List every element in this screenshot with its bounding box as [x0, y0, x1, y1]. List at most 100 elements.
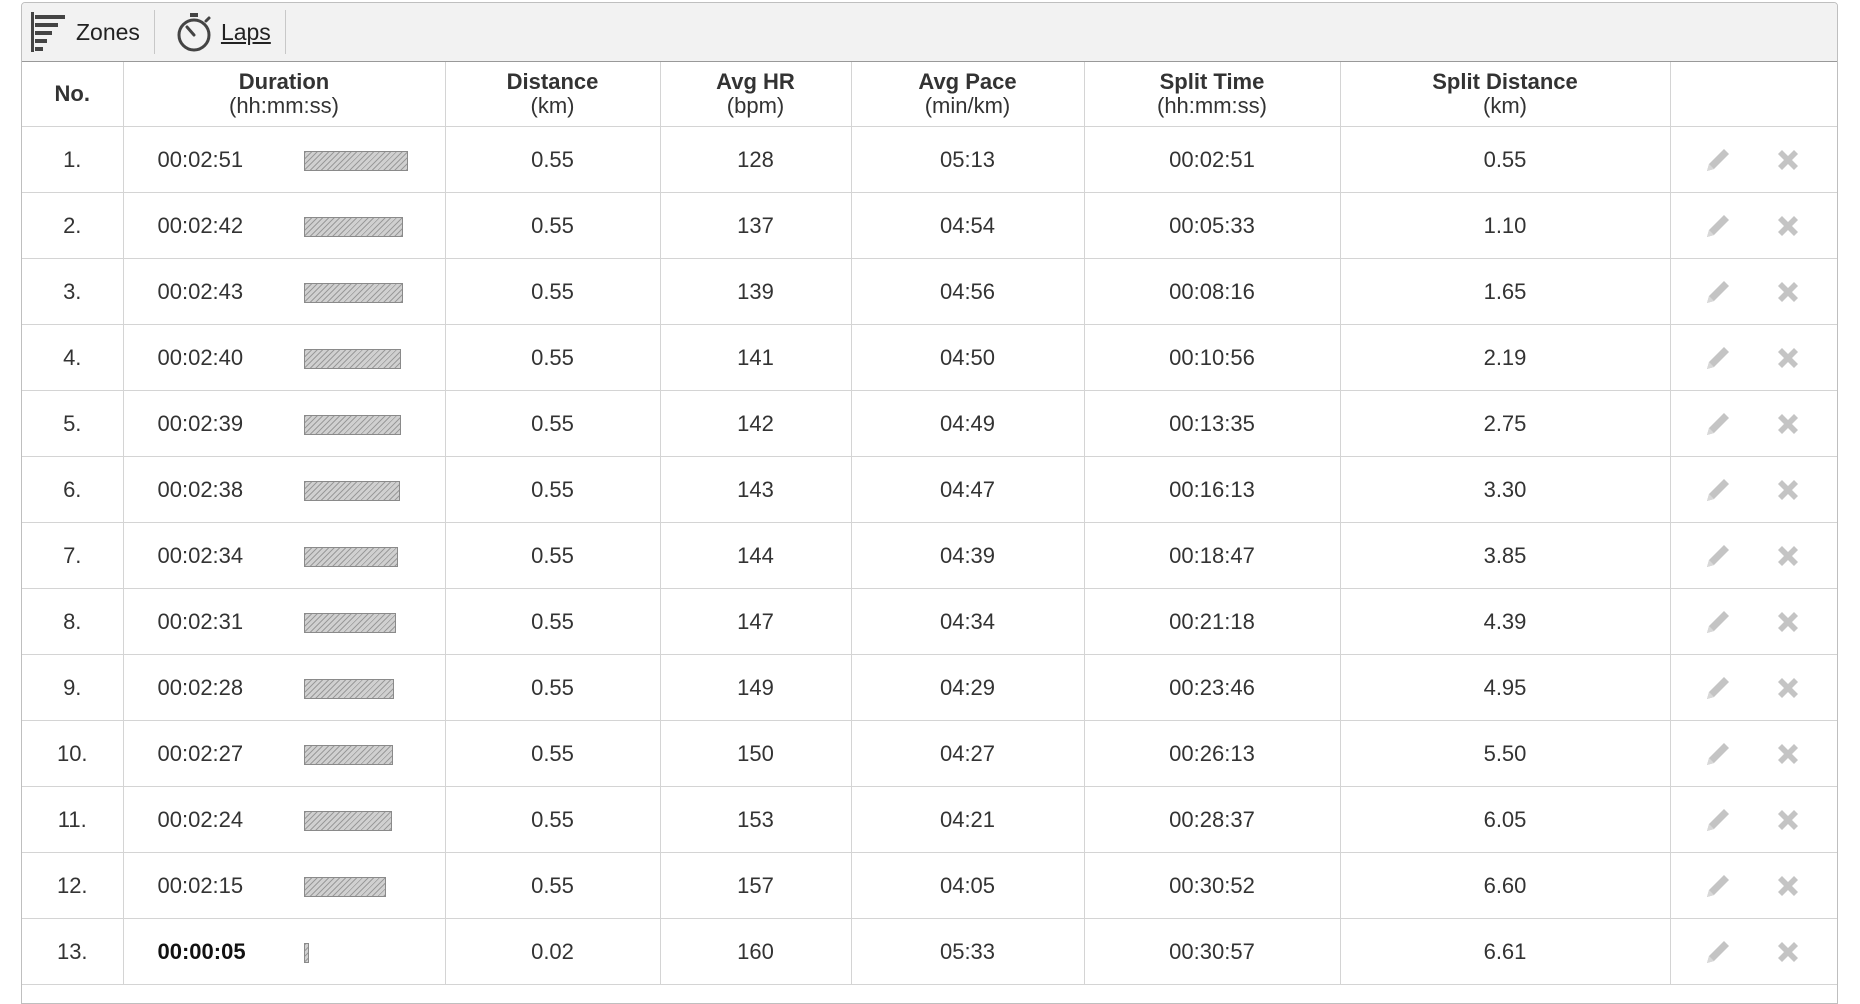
cell-avg-pace: 05:13	[851, 126, 1085, 193]
cell-avg-pace: 04:05	[851, 852, 1085, 919]
cell-no: 2.	[22, 192, 124, 259]
duration-value: 00:02:39	[157, 410, 244, 436]
edit-lap-button[interactable]	[1703, 673, 1733, 703]
close-x-icon	[1777, 215, 1798, 236]
delete-lap-button[interactable]	[1773, 277, 1803, 307]
delete-lap-button[interactable]	[1773, 739, 1803, 769]
table-header: No. Duration (hh:mm:ss) Distance (km) Avg …	[22, 62, 1837, 127]
cell-distance: 0.55	[445, 588, 661, 655]
laps-label: Laps	[220, 18, 271, 45]
cell-split-distance: 6.60	[1340, 852, 1671, 919]
zones-bars-icon	[30, 12, 68, 52]
duration-value: 00:02:24	[157, 806, 244, 832]
cell-avg-hr: 143	[660, 456, 852, 523]
duration-value: 00:02:34	[157, 542, 244, 568]
col-header-avg-pace[interactable]: Avg Pace (min/km)	[851, 62, 1085, 127]
close-x-icon	[1777, 743, 1798, 764]
delete-lap-button[interactable]	[1773, 409, 1803, 439]
duration-value: 00:02:43	[157, 278, 244, 304]
cell-no: 7.	[22, 522, 124, 589]
edit-lap-button[interactable]	[1703, 409, 1733, 439]
cell-actions	[1670, 258, 1837, 325]
edit-lap-button[interactable]	[1703, 937, 1733, 967]
duration-value: 00:02:42	[157, 212, 244, 238]
delete-lap-button[interactable]	[1773, 937, 1803, 967]
delete-lap-button[interactable]	[1773, 673, 1803, 703]
delete-lap-button[interactable]	[1773, 343, 1803, 373]
cell-no: 1.	[22, 126, 124, 193]
cell-duration: 00:02:34	[123, 522, 446, 589]
col-header-distance[interactable]: Distance (km)	[445, 62, 661, 127]
delete-lap-button[interactable]	[1773, 871, 1803, 901]
table-row: 4. 00:02:40 0.55 141 04:50 00:10:56 2.19	[22, 324, 1837, 391]
duration-bar	[303, 942, 309, 963]
duration-value: 00:02:40	[157, 344, 244, 370]
cell-split-time: 00:30:57	[1084, 918, 1341, 985]
cell-avg-pace: 05:33	[851, 918, 1085, 985]
pencil-icon	[1706, 412, 1729, 435]
edit-lap-button[interactable]	[1703, 145, 1733, 175]
cell-split-distance: 6.61	[1340, 918, 1671, 985]
cell-avg-pace: 04:56	[851, 258, 1085, 325]
col-header-split-distance[interactable]: Split Distance (km)	[1340, 62, 1671, 127]
col-header-actions	[1670, 62, 1837, 127]
close-x-icon	[1777, 809, 1798, 830]
stopwatch-icon	[175, 12, 213, 52]
cell-split-time: 00:30:52	[1084, 852, 1341, 919]
cell-split-distance: 4.95	[1340, 654, 1671, 721]
cell-no: 4.	[22, 324, 124, 391]
zones-tab[interactable]: Zones	[22, 10, 155, 54]
cell-no: 11.	[22, 786, 124, 853]
cell-duration: 00:02:40	[123, 324, 446, 391]
delete-lap-button[interactable]	[1773, 145, 1803, 175]
close-x-icon	[1777, 611, 1798, 632]
table-row: 10. 00:02:27 0.55 150 04:27 00:26:13 5.5…	[22, 720, 1837, 787]
cell-duration: 00:02:43	[123, 258, 446, 325]
cell-actions	[1670, 456, 1837, 523]
cell-avg-pace: 04:39	[851, 522, 1085, 589]
cell-no: 10.	[22, 720, 124, 787]
pencil-icon	[1706, 346, 1729, 369]
cell-avg-pace: 04:50	[851, 324, 1085, 391]
cell-split-distance: 3.85	[1340, 522, 1671, 589]
delete-lap-button[interactable]	[1773, 607, 1803, 637]
edit-lap-button[interactable]	[1703, 541, 1733, 571]
col-header-split-time[interactable]: Split Time (hh:mm:ss)	[1084, 62, 1341, 127]
edit-lap-button[interactable]	[1703, 739, 1733, 769]
table-row: 6. 00:02:38 0.55 143 04:47 00:16:13 3.30	[22, 456, 1837, 523]
edit-lap-button[interactable]	[1703, 871, 1733, 901]
edit-lap-button[interactable]	[1703, 277, 1733, 307]
col-header-no[interactable]: No.	[22, 62, 124, 127]
edit-lap-button[interactable]	[1703, 607, 1733, 637]
pencil-icon	[1706, 214, 1729, 237]
edit-lap-button[interactable]	[1703, 211, 1733, 241]
cell-actions	[1670, 126, 1837, 193]
delete-lap-button[interactable]	[1773, 475, 1803, 505]
edit-lap-button[interactable]	[1703, 475, 1733, 505]
delete-lap-button[interactable]	[1773, 541, 1803, 571]
cell-distance: 0.55	[445, 522, 661, 589]
cell-avg-hr: 157	[660, 852, 852, 919]
cell-duration: 00:02:42	[123, 192, 446, 259]
delete-lap-button[interactable]	[1773, 211, 1803, 241]
cell-no: 3.	[22, 258, 124, 325]
laps-tab[interactable]: Laps	[155, 10, 286, 54]
cell-avg-hr: 128	[660, 126, 852, 193]
edit-lap-button[interactable]	[1703, 805, 1733, 835]
pencil-icon	[1706, 610, 1729, 633]
cell-split-time: 00:05:33	[1084, 192, 1341, 259]
cell-avg-hr: 147	[660, 588, 852, 655]
delete-lap-button[interactable]	[1773, 805, 1803, 835]
cell-avg-hr: 137	[660, 192, 852, 259]
col-header-avg-hr[interactable]: Avg HR (bpm)	[660, 62, 852, 127]
cell-split-time: 00:23:46	[1084, 654, 1341, 721]
cell-actions	[1670, 588, 1837, 655]
col-header-duration[interactable]: Duration (hh:mm:ss)	[123, 62, 446, 127]
pencil-icon	[1706, 742, 1729, 765]
edit-lap-button[interactable]	[1703, 343, 1733, 373]
cell-no: 9.	[22, 654, 124, 721]
zones-label: Zones	[76, 18, 140, 45]
cell-split-time: 00:13:35	[1084, 390, 1341, 457]
cell-duration: 00:00:05	[123, 918, 446, 985]
cell-split-time: 00:02:51	[1084, 126, 1341, 193]
